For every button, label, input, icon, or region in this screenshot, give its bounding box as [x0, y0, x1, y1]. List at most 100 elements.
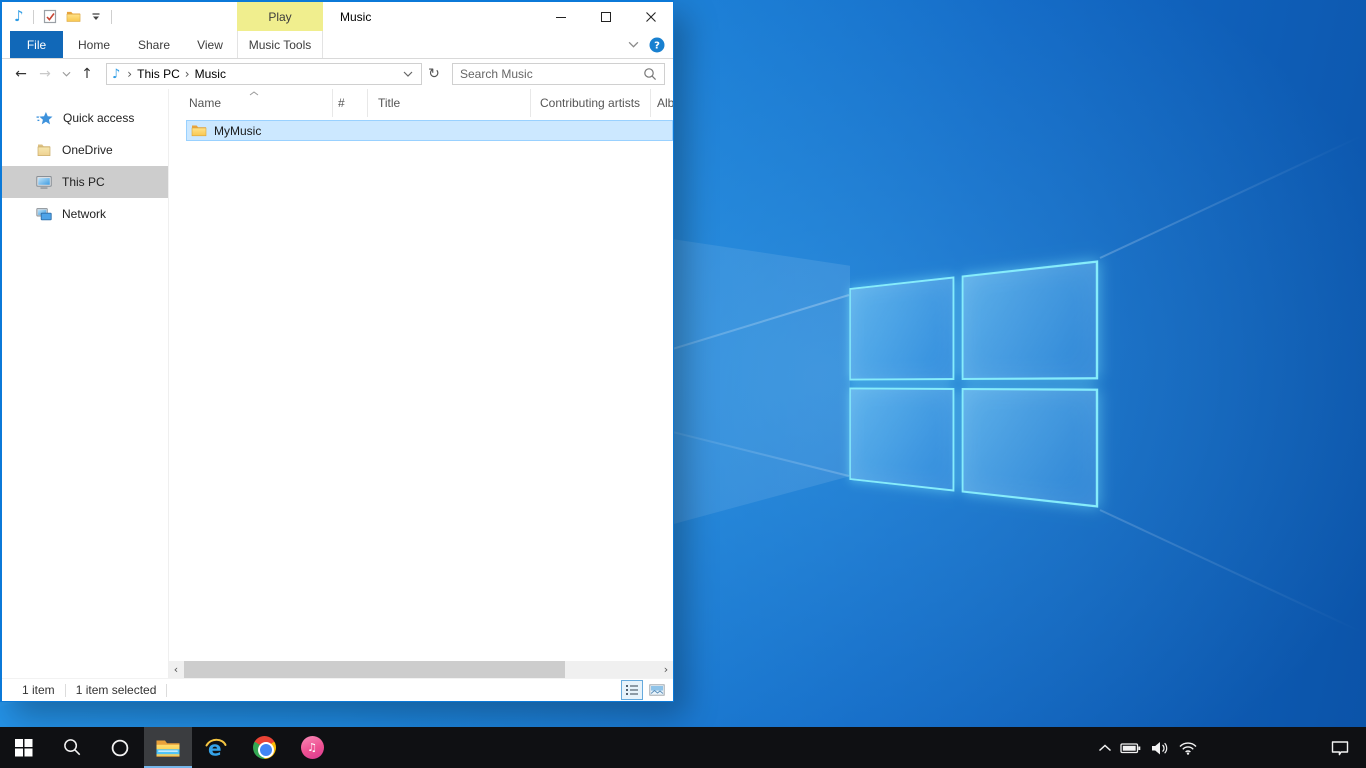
volume-icon[interactable] — [1146, 740, 1174, 756]
tab-view[interactable]: View — [183, 31, 237, 58]
status-bar: 1 item 1 item selected — [2, 678, 673, 701]
tab-file[interactable]: File — [10, 31, 63, 58]
address-music-note-icon: ♪ — [112, 67, 120, 82]
minimize-button[interactable] — [538, 2, 583, 31]
sort-ascending-caret-icon — [249, 91, 259, 96]
taskbar-search-button[interactable] — [48, 727, 96, 768]
windows-logo — [849, 260, 1098, 507]
help-button[interactable] — [649, 37, 665, 53]
column-header-number[interactable]: # — [333, 89, 368, 117]
sidebar-item-label: Quick access — [63, 111, 134, 125]
scroll-right-arrow[interactable]: › — [659, 664, 673, 675]
sidebar-item-onedrive[interactable]: OneDrive — [2, 134, 168, 166]
customize-quick-access-toolbar-button[interactable] — [90, 12, 102, 22]
close-button[interactable] — [628, 2, 673, 31]
this-pc-monitor-icon — [36, 175, 52, 189]
column-label: Alb — [657, 96, 673, 110]
search-input[interactable] — [460, 67, 643, 81]
folder-icon — [191, 124, 207, 137]
onedrive-folder-icon — [36, 143, 52, 157]
itunes-icon: ♫ — [301, 736, 324, 759]
search-icon[interactable] — [643, 67, 657, 81]
windows-logo-pane — [849, 276, 954, 380]
hidden-icons-chevron[interactable] — [1094, 744, 1116, 752]
up-button[interactable]: ↑ — [76, 67, 98, 81]
column-header-name[interactable]: Name — [169, 89, 333, 117]
details-view-button[interactable] — [621, 680, 643, 700]
horizontal-scrollbar: ‹ › — [169, 661, 673, 678]
scroll-left-arrow[interactable]: ‹ — [169, 664, 183, 675]
properties-button[interactable] — [43, 9, 57, 24]
column-label: Contributing artists — [540, 96, 640, 110]
wifi-icon[interactable] — [1174, 740, 1202, 756]
item-count: 1 item — [22, 683, 55, 697]
sidebar-item-quick-access[interactable]: Quick access — [2, 102, 168, 134]
sidebar-item-label: This PC — [62, 175, 105, 189]
taskbar: ♫ — [0, 727, 1366, 768]
quick-access-star-icon — [36, 111, 53, 126]
cortana-button[interactable] — [96, 727, 144, 768]
light-beam — [1100, 135, 1364, 259]
internet-explorer-icon — [204, 736, 228, 760]
divider — [33, 10, 34, 24]
action-center-button[interactable] — [1314, 739, 1366, 757]
address-dropdown-chevron[interactable] — [400, 71, 416, 77]
file-row-mymusic[interactable]: MyMusic — [186, 120, 673, 141]
navigation-bar: ← → ↑ ♪ › This PC › Music ↻ — [2, 59, 673, 89]
sidebar-item-network[interactable]: Network — [2, 198, 168, 230]
new-folder-button[interactable] — [66, 10, 81, 23]
windows-logo-pane — [962, 388, 1099, 508]
windows-logo-pane — [849, 388, 954, 492]
taskbar-itunes-button[interactable]: ♫ — [288, 727, 336, 768]
navigation-pane: Quick access OneDrive This PC Network — [2, 89, 168, 678]
scrollbar-track[interactable] — [183, 661, 659, 678]
quick-access-toolbar: ♪ — [14, 9, 112, 24]
selection-status: 1 item selected — [76, 683, 157, 697]
maximize-button[interactable] — [583, 2, 628, 31]
file-name: MyMusic — [214, 124, 261, 138]
column-headers: Name # Title Contributing artists Alb — [169, 89, 673, 117]
expand-ribbon-chevron-icon[interactable] — [628, 41, 639, 48]
start-button[interactable] — [0, 727, 48, 768]
main-area: Quick access OneDrive This PC Network Na… — [2, 89, 673, 678]
back-button[interactable]: ← — [10, 67, 32, 81]
divider — [111, 10, 112, 24]
window-title: Music — [340, 2, 371, 31]
tab-music-tools[interactable]: Music Tools — [237, 31, 323, 58]
refresh-button[interactable]: ↻ — [424, 66, 444, 82]
battery-icon[interactable] — [1116, 740, 1146, 756]
tab-share[interactable]: Share — [125, 31, 183, 58]
file-explorer-window: ♪ Play Music File Home Share View Music … — [0, 0, 674, 702]
breadcrumb-this-pc[interactable]: This PC — [137, 67, 180, 81]
scrollbar-thumb[interactable] — [184, 661, 565, 678]
taskbar-file-explorer-button[interactable] — [144, 727, 192, 768]
sidebar-item-this-pc[interactable]: This PC — [2, 166, 168, 198]
system-tray — [1094, 727, 1366, 768]
column-label: # — [338, 96, 345, 110]
thumbnails-view-button[interactable] — [646, 680, 668, 700]
column-header-album[interactable]: Alb — [651, 89, 673, 117]
taskbar-internet-explorer-button[interactable] — [192, 727, 240, 768]
breadcrumb-chevron-icon: › — [122, 67, 137, 81]
file-explorer-icon — [155, 737, 181, 759]
search-box — [452, 63, 665, 85]
address-bar[interactable]: ♪ › This PC › Music — [106, 63, 422, 85]
tab-home[interactable]: Home — [63, 31, 125, 58]
light-beam — [1100, 509, 1364, 633]
window-controls — [538, 2, 673, 31]
titlebar: ♪ Play Music — [2, 2, 673, 31]
breadcrumb-chevron-icon: › — [180, 67, 195, 81]
divider — [166, 684, 167, 697]
music-tools-contextual-header[interactable]: Play — [237, 2, 323, 31]
app-music-note-icon: ♪ — [14, 9, 24, 24]
recent-locations-chevron[interactable] — [58, 71, 74, 77]
sidebar-item-label: Network — [62, 207, 106, 221]
view-buttons — [621, 680, 668, 700]
column-header-contributing-artists[interactable]: Contributing artists — [531, 89, 651, 117]
forward-button[interactable]: → — [34, 67, 56, 81]
taskbar-chrome-button[interactable] — [240, 727, 288, 768]
breadcrumb-music[interactable]: Music — [195, 67, 226, 81]
sidebar-item-label: OneDrive — [62, 143, 113, 157]
windows-logo-pane — [962, 260, 1099, 380]
column-header-title[interactable]: Title — [368, 89, 531, 117]
